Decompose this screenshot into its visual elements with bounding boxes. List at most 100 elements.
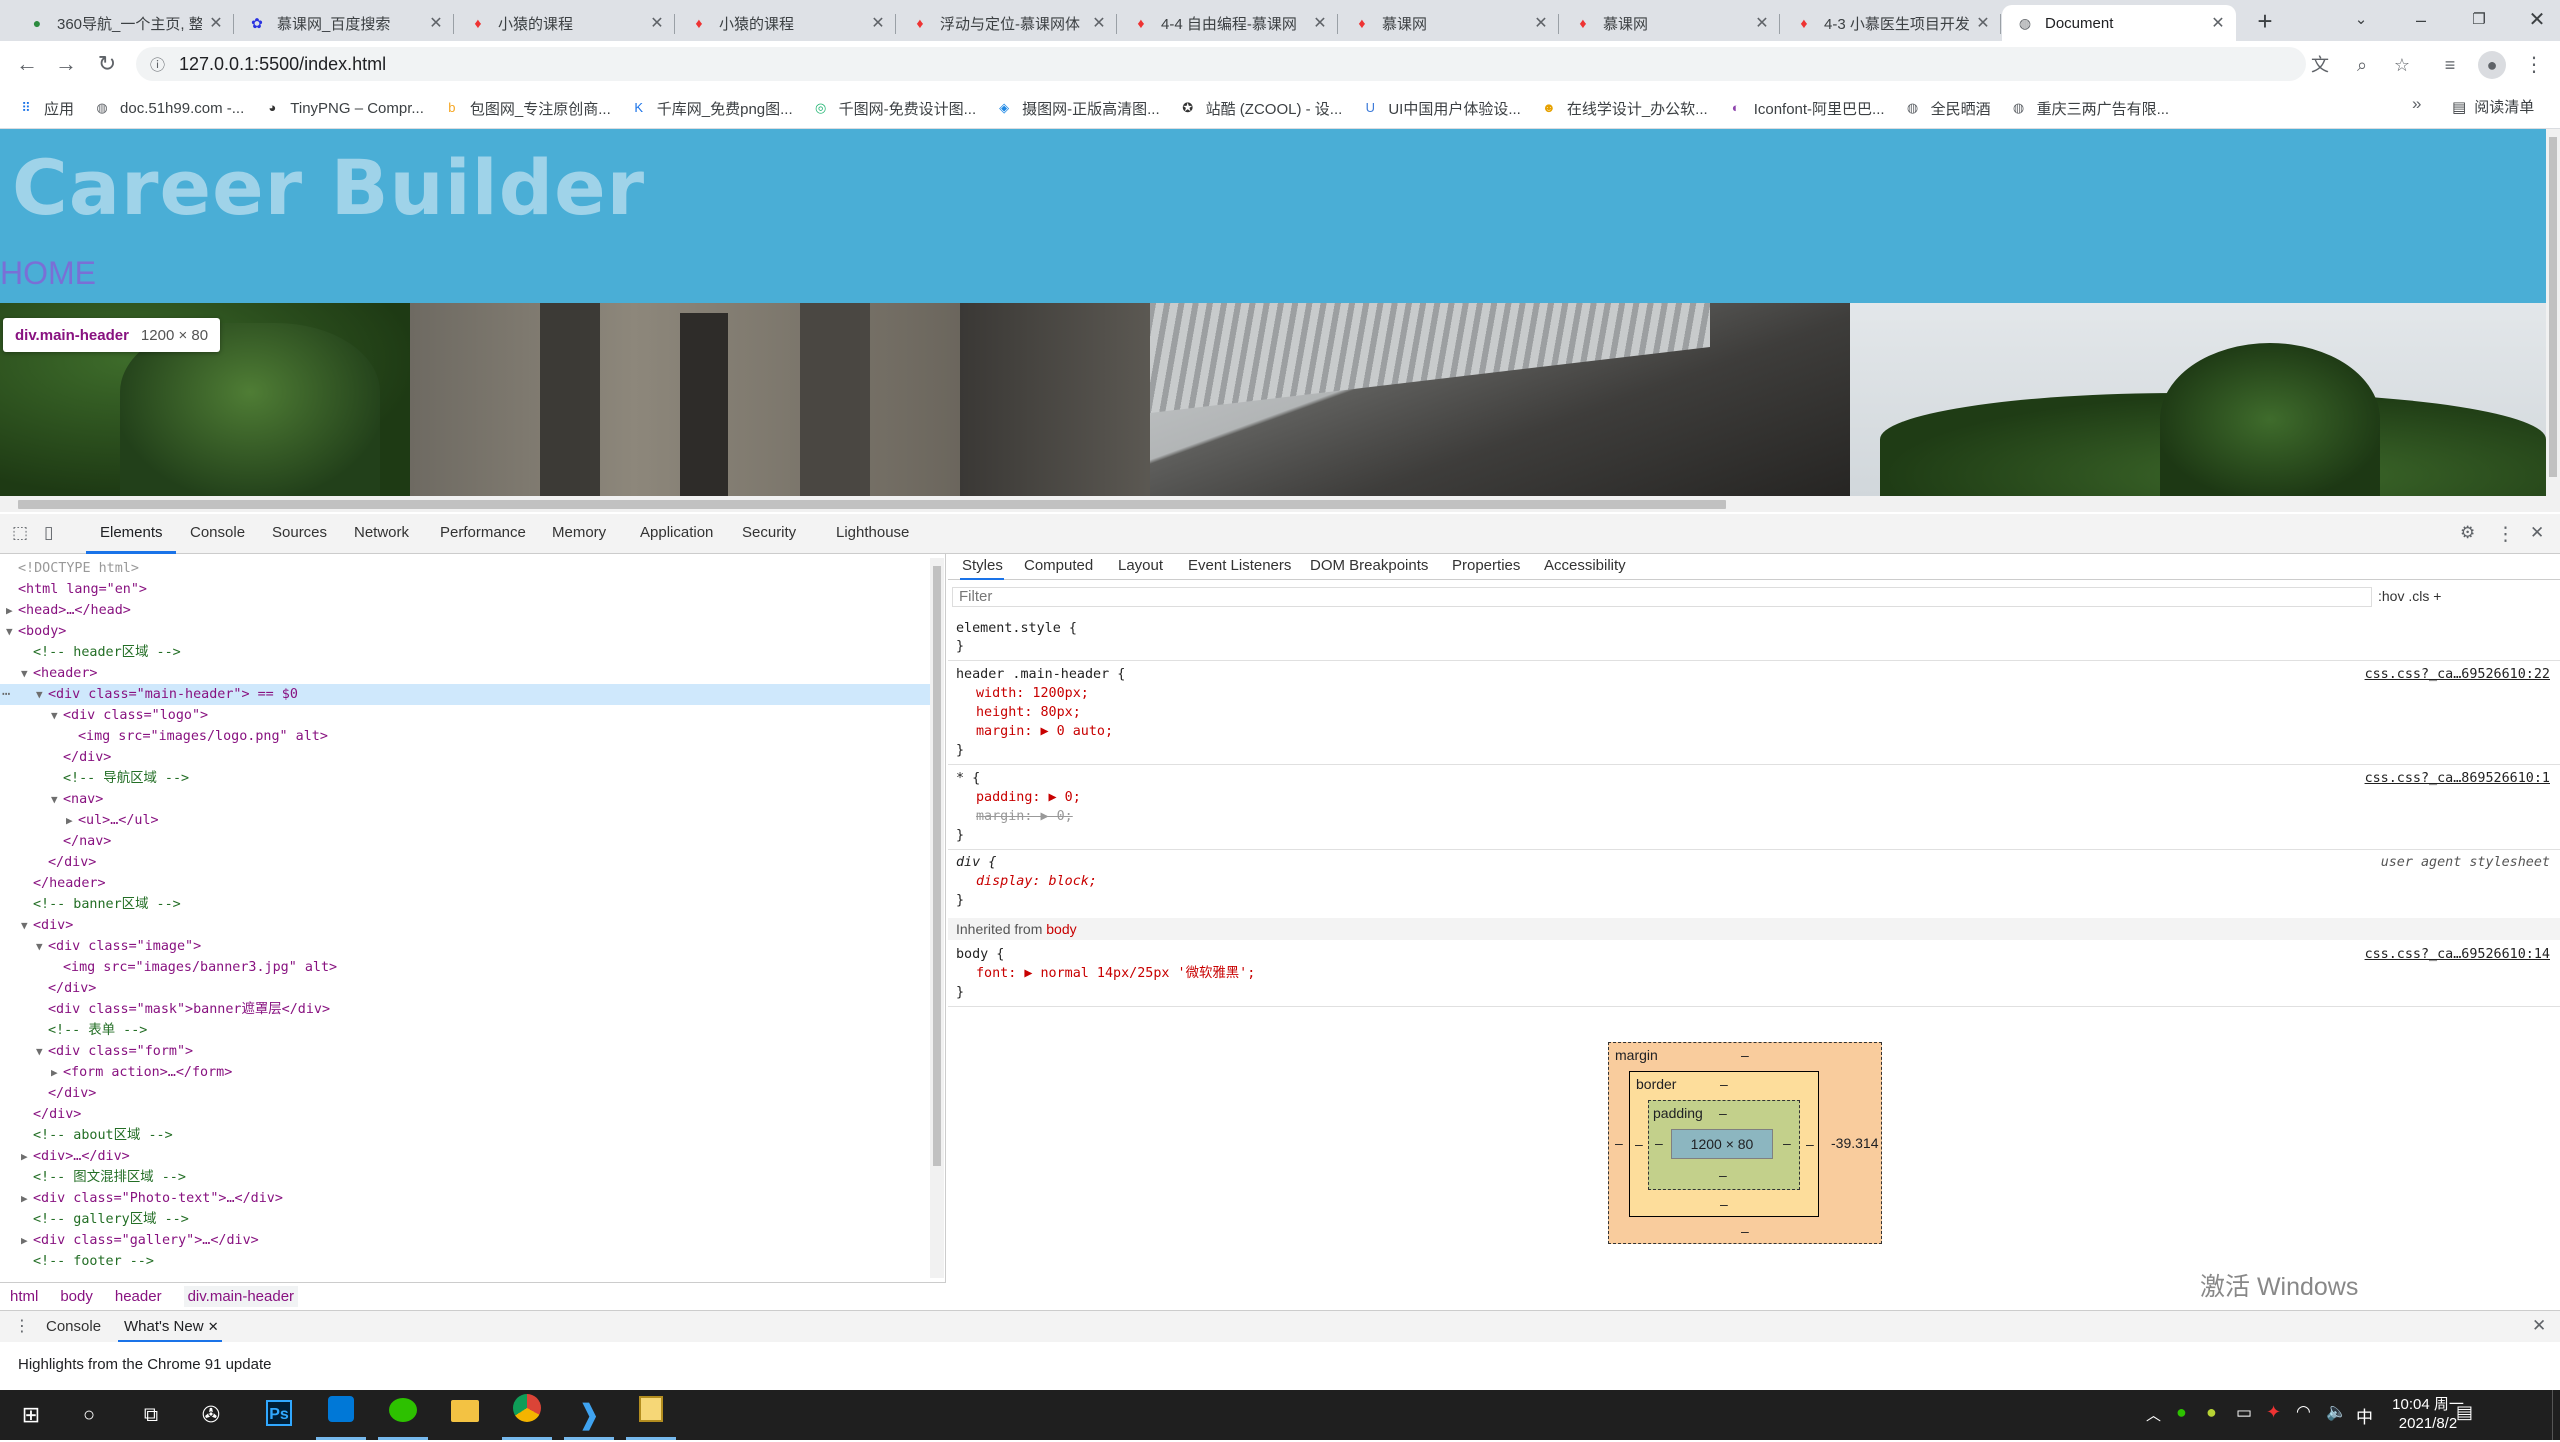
chrome-icon[interactable] bbox=[496, 1390, 558, 1440]
dom-comment-node[interactable]: <!-- 表单 --> bbox=[0, 1020, 930, 1041]
drawer-tab-close-icon[interactable]: ✕ bbox=[208, 1319, 219, 1334]
drawer-tab-console[interactable]: Console bbox=[46, 1318, 101, 1335]
zoom-icon[interactable]: ⌕ bbox=[2348, 51, 2376, 79]
dom-comment-node[interactable]: <!-- gallery区域 --> bbox=[0, 1209, 930, 1230]
bookmark-star-icon[interactable]: ☆ bbox=[2388, 51, 2416, 79]
close-tab-icon[interactable]: ✕ bbox=[428, 13, 444, 33]
dom-node[interactable]: </header> bbox=[0, 873, 930, 894]
drawer-menu-icon[interactable]: ⋮ bbox=[14, 1316, 30, 1336]
browser-tab[interactable]: ♦ 小猿的课程 ✕ bbox=[455, 5, 675, 41]
styles-subtab-dom-breakpoints[interactable]: DOM Breakpoints bbox=[1310, 557, 1428, 574]
dom-node[interactable]: </div> bbox=[0, 978, 930, 999]
drawer-tab-whats-new[interactable]: What's New ✕ bbox=[124, 1318, 219, 1335]
menu-kebab-icon[interactable]: ⋮ bbox=[2520, 51, 2548, 79]
info-icon[interactable]: ⓘ bbox=[150, 54, 165, 75]
element-style-selector[interactable]: element.style { bbox=[956, 620, 1077, 638]
dom-comment-node[interactable]: <!-- about区域 --> bbox=[0, 1125, 930, 1146]
tray-network-icon[interactable]: ▭ bbox=[2236, 1403, 2252, 1423]
expand-arrow-icon[interactable]: ▼ bbox=[36, 684, 48, 705]
bookmark-item[interactable]: ☻ 在线学设计_办公软... bbox=[1541, 98, 1708, 119]
close-window-button[interactable]: ✕ bbox=[2508, 0, 2560, 41]
dom-node[interactable]: ▶ <div>…</div> bbox=[0, 1146, 930, 1167]
rule-universal-selector[interactable]: * { bbox=[956, 770, 980, 788]
dom-node[interactable]: ▼ <header> bbox=[0, 663, 930, 684]
windows-start-icon[interactable]: ⊞ bbox=[0, 1390, 62, 1440]
dom-node[interactable]: ▶ <ul>…</ul> bbox=[0, 810, 930, 831]
styles-subtab-properties[interactable]: Properties bbox=[1452, 557, 1520, 574]
dom-node[interactable]: ▶ <div class="Photo-text">…</div> bbox=[0, 1188, 930, 1209]
expand-arrow-icon[interactable]: ▼ bbox=[21, 915, 33, 936]
bookmark-item[interactable]: ◍ 重庆三两广告有限... bbox=[2011, 98, 2169, 119]
device-toolbar-icon[interactable]: ▯ bbox=[44, 523, 53, 543]
styles-subtab-event-listeners[interactable]: Event Listeners bbox=[1188, 557, 1291, 574]
vscode-icon[interactable]: ❱ bbox=[558, 1390, 620, 1440]
styles-filter-input[interactable]: Filter bbox=[952, 587, 2372, 607]
bookmark-item[interactable]: ⠿ 应用 bbox=[18, 98, 74, 119]
address-bar[interactable]: ⓘ 127.0.0.1:5500/index.html bbox=[136, 47, 2306, 81]
dom-comment-node[interactable]: <!-- 导航区域 --> bbox=[0, 768, 930, 789]
close-tab-icon[interactable]: ✕ bbox=[649, 13, 665, 33]
devtools-tab-memory[interactable]: Memory bbox=[552, 524, 606, 541]
expand-arrow-icon[interactable]: ▼ bbox=[6, 621, 18, 642]
expand-arrow-icon[interactable]: ▼ bbox=[36, 936, 48, 957]
expand-arrow-icon[interactable]: ▶ bbox=[51, 1062, 63, 1083]
profile-avatar[interactable]: ● bbox=[2478, 51, 2506, 79]
notification-center-icon[interactable]: ▤ bbox=[2456, 1402, 2473, 1423]
devtools-tab-performance[interactable]: Performance bbox=[440, 524, 526, 541]
browser-tab[interactable]: ● 360导航_一个主页, 整 ✕ bbox=[14, 5, 234, 41]
rule-main-header-prop-height[interactable]: height: 80px; bbox=[976, 704, 1081, 722]
close-drawer-icon[interactable]: ✕ bbox=[2532, 1316, 2546, 1336]
dom-node[interactable]: ▶ <div class="gallery">…</div> bbox=[0, 1230, 930, 1251]
browser-tab[interactable]: ✿ 慕课网_百度搜索 ✕ bbox=[234, 5, 454, 41]
rule-main-header-prop-width[interactable]: width: 1200px; bbox=[976, 685, 1089, 703]
dom-node[interactable]: <div class="mask">banner遮罩层</div> bbox=[0, 999, 930, 1020]
restore-button[interactable]: ❐ bbox=[2450, 0, 2508, 41]
devtools-tab-network[interactable]: Network bbox=[354, 524, 409, 541]
page-horizontal-scrollbar[interactable] bbox=[0, 496, 2560, 512]
bookmark-item[interactable]: ◎ 千图网-免费设计图... bbox=[813, 98, 976, 119]
dom-node[interactable]: ▼ <div class="main-header"> == $0 ⋯ bbox=[0, 684, 930, 705]
bookmark-item[interactable]: ◈ 摄图网-正版高清图... bbox=[996, 98, 1160, 119]
browser-tab[interactable]: ♦ 4-3 小慕医生项目开发 ✕ bbox=[1781, 5, 2001, 41]
close-tab-icon[interactable]: ✕ bbox=[208, 13, 224, 33]
styles-subtab-accessibility[interactable]: Accessibility bbox=[1544, 557, 1626, 574]
node-actions-ellipsis-icon[interactable]: ⋯ bbox=[2, 684, 10, 705]
tray-wifi-icon[interactable]: ◠ bbox=[2296, 1402, 2311, 1422]
cortana-search-icon[interactable]: ○ bbox=[58, 1390, 120, 1440]
dom-comment-node[interactable]: <!-- banner区域 --> bbox=[0, 894, 930, 915]
close-tab-icon[interactable]: ✕ bbox=[1091, 13, 1107, 33]
browser-tab[interactable]: ◍ Document ✕ bbox=[2002, 5, 2236, 41]
browser-tab[interactable]: ♦ 浮动与定位-慕课网体 ✕ bbox=[897, 5, 1117, 41]
minimize-button[interactable]: – bbox=[2392, 0, 2450, 41]
file-explorer-icon[interactable] bbox=[434, 1390, 496, 1440]
app-blue-icon[interactable] bbox=[310, 1390, 372, 1440]
tray-volume-icon[interactable]: 🔈 bbox=[2326, 1402, 2347, 1422]
page-horizontal-scroll-thumb[interactable] bbox=[18, 500, 1726, 509]
page-vertical-scrollbar[interactable] bbox=[2546, 129, 2560, 496]
devtools-tab-security[interactable]: Security bbox=[742, 524, 796, 541]
dom-node[interactable]: ▶ <form action>…</form> bbox=[0, 1062, 930, 1083]
bookmark-item[interactable]: ◍ doc.51h99.com -... bbox=[94, 100, 244, 117]
show-desktop-button[interactable] bbox=[2552, 1390, 2560, 1440]
rule-main-header-selector[interactable]: header .main-header { bbox=[956, 666, 1125, 684]
dom-node[interactable]: </div> bbox=[0, 852, 930, 873]
close-tab-icon[interactable]: ✕ bbox=[870, 13, 886, 33]
devtools-menu-icon[interactable]: ⋮ bbox=[2496, 523, 2515, 546]
dom-node[interactable]: ▼ <body> bbox=[0, 621, 930, 642]
notepad-icon[interactable] bbox=[620, 1390, 682, 1440]
dom-node[interactable]: ▼ <div class="image"> bbox=[0, 936, 930, 957]
styles-filter-tools[interactable]: :hov .cls + bbox=[2378, 588, 2441, 604]
bookmark-item[interactable]: b 包图网_专注原创商... bbox=[444, 98, 610, 119]
bookmark-item[interactable]: K 千库网_免费png图... bbox=[631, 98, 792, 119]
bookmark-item[interactable]: U UI中国用户体验设... bbox=[1362, 98, 1521, 119]
elements-scroll-thumb[interactable] bbox=[933, 566, 941, 1166]
breadcrumb-body[interactable]: body bbox=[60, 1288, 93, 1305]
rule-universal-source[interactable]: css.css?_ca…869526610:1 bbox=[2365, 770, 2550, 788]
rule-universal-prop-margin[interactable]: margin: ▶ 0; bbox=[976, 808, 1073, 826]
inspect-element-icon[interactable]: ⬚ bbox=[12, 523, 28, 543]
task-view-icon[interactable]: ⧉ bbox=[120, 1390, 182, 1440]
expand-arrow-icon[interactable]: ▶ bbox=[21, 1146, 33, 1167]
tab-search-icon[interactable]: ⌄ bbox=[2332, 0, 2390, 41]
tray-security-icon[interactable]: ✦ bbox=[2266, 1402, 2281, 1423]
whats-new-message[interactable]: Highlights from the Chrome 91 update bbox=[18, 1356, 271, 1373]
